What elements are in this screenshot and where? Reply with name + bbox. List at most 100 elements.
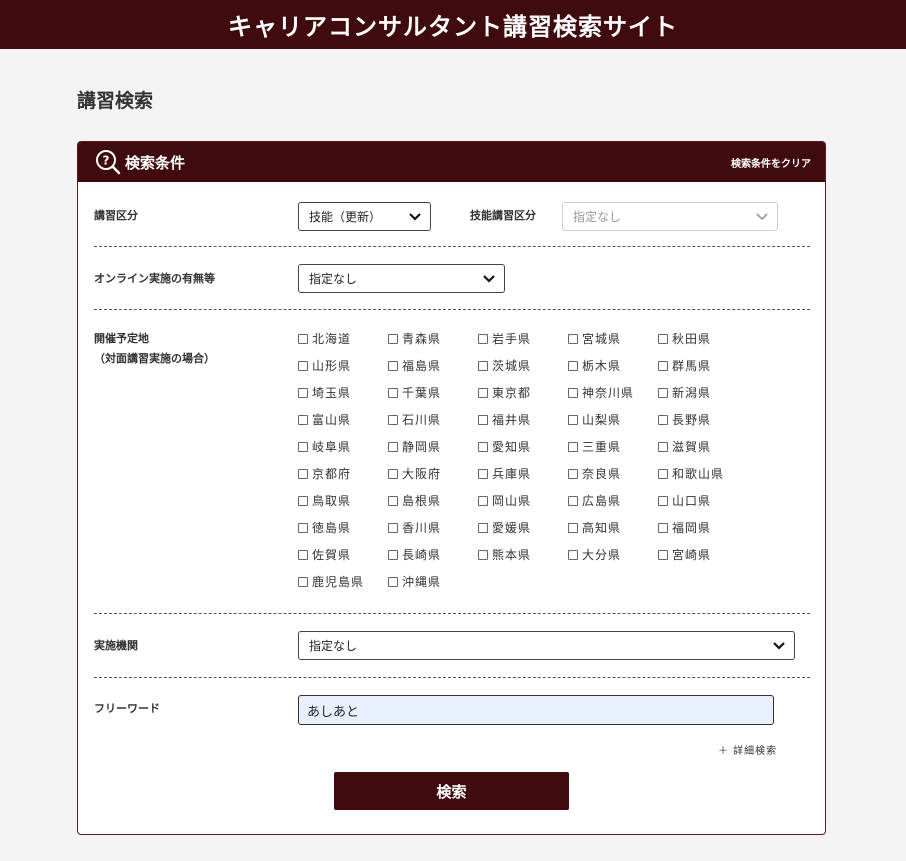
- checkbox[interactable]: [658, 415, 668, 425]
- prefecture-checkbox-item[interactable]: 静岡県: [388, 438, 478, 456]
- checkbox[interactable]: [568, 388, 578, 398]
- prefecture-checkbox-item[interactable]: 福井県: [478, 411, 568, 429]
- prefecture-checkbox-item[interactable]: 滋賀県: [658, 438, 748, 456]
- prefecture-checkbox-item[interactable]: 長崎県: [388, 546, 478, 564]
- prefecture-checkbox-item[interactable]: 山形県: [298, 357, 388, 375]
- prefecture-checkbox-item[interactable]: 高知県: [568, 519, 658, 537]
- checkbox[interactable]: [478, 496, 488, 506]
- prefecture-checkbox-item[interactable]: 大阪府: [388, 465, 478, 483]
- prefecture-checkbox-item[interactable]: 宮城県: [568, 330, 658, 348]
- checkbox[interactable]: [568, 334, 578, 344]
- prefecture-checkbox-item[interactable]: 山口県: [658, 492, 748, 510]
- checkbox[interactable]: [388, 577, 398, 587]
- checkbox[interactable]: [478, 361, 488, 371]
- prefecture-checkbox-item[interactable]: 石川県: [388, 411, 478, 429]
- checkbox[interactable]: [388, 442, 398, 452]
- prefecture-checkbox-item[interactable]: 茨城県: [478, 357, 568, 375]
- prefecture-checkbox-item[interactable]: 新潟県: [658, 384, 748, 402]
- checkbox[interactable]: [388, 334, 398, 344]
- prefecture-checkbox-item[interactable]: 福岡県: [658, 519, 748, 537]
- checkbox[interactable]: [298, 496, 308, 506]
- checkbox[interactable]: [658, 442, 668, 452]
- checkbox[interactable]: [298, 577, 308, 587]
- prefecture-checkbox-item[interactable]: 愛媛県: [478, 519, 568, 537]
- checkbox[interactable]: [658, 388, 668, 398]
- clear-conditions-link[interactable]: 検索条件をクリア: [731, 155, 811, 170]
- prefecture-checkbox-item[interactable]: 京都府: [298, 465, 388, 483]
- organization-select[interactable]: 指定なし: [298, 631, 795, 660]
- search-button[interactable]: 検索: [334, 772, 569, 810]
- checkbox[interactable]: [478, 442, 488, 452]
- prefecture-checkbox-item[interactable]: 徳島県: [298, 519, 388, 537]
- advanced-search-link[interactable]: ＋ 詳細検索: [718, 742, 777, 757]
- prefecture-checkbox-item[interactable]: 香川県: [388, 519, 478, 537]
- prefecture-checkbox-item[interactable]: 栃木県: [568, 357, 658, 375]
- checkbox[interactable]: [658, 523, 668, 533]
- checkbox[interactable]: [298, 415, 308, 425]
- prefecture-checkbox-item[interactable]: 大分県: [568, 546, 658, 564]
- checkbox[interactable]: [658, 469, 668, 479]
- checkbox[interactable]: [298, 550, 308, 560]
- prefecture-checkbox-item[interactable]: 愛知県: [478, 438, 568, 456]
- checkbox[interactable]: [658, 496, 668, 506]
- checkbox[interactable]: [658, 361, 668, 371]
- prefecture-checkbox-item[interactable]: 鹿児島県: [298, 573, 388, 591]
- prefecture-checkbox-item[interactable]: 岩手県: [478, 330, 568, 348]
- checkbox[interactable]: [298, 469, 308, 479]
- checkbox[interactable]: [478, 415, 488, 425]
- prefecture-checkbox-item[interactable]: 鳥取県: [298, 492, 388, 510]
- prefecture-checkbox-item[interactable]: 秋田県: [658, 330, 748, 348]
- checkbox[interactable]: [568, 361, 578, 371]
- prefecture-checkbox-item[interactable]: 青森県: [388, 330, 478, 348]
- checkbox[interactable]: [478, 523, 488, 533]
- checkbox[interactable]: [568, 442, 578, 452]
- prefecture-checkbox-item[interactable]: 熊本県: [478, 546, 568, 564]
- prefecture-checkbox-item[interactable]: 宮崎県: [658, 546, 748, 564]
- checkbox[interactable]: [298, 442, 308, 452]
- prefecture-checkbox-item[interactable]: 和歌山県: [658, 465, 748, 483]
- checkbox[interactable]: [658, 334, 668, 344]
- skill-course-type-select[interactable]: 指定なし: [562, 202, 778, 231]
- prefecture-checkbox-item[interactable]: 長野県: [658, 411, 748, 429]
- prefecture-checkbox-item[interactable]: 福島県: [388, 357, 478, 375]
- checkbox[interactable]: [388, 523, 398, 533]
- checkbox[interactable]: [568, 415, 578, 425]
- checkbox[interactable]: [388, 361, 398, 371]
- prefecture-checkbox-item[interactable]: 千葉県: [388, 384, 478, 402]
- checkbox[interactable]: [388, 469, 398, 479]
- prefecture-checkbox-item[interactable]: 北海道: [298, 330, 388, 348]
- checkbox[interactable]: [388, 496, 398, 506]
- prefecture-checkbox-item[interactable]: 島根県: [388, 492, 478, 510]
- checkbox[interactable]: [478, 334, 488, 344]
- prefecture-checkbox-item[interactable]: 奈良県: [568, 465, 658, 483]
- prefecture-checkbox-item[interactable]: 富山県: [298, 411, 388, 429]
- checkbox[interactable]: [298, 388, 308, 398]
- prefecture-checkbox-item[interactable]: 三重県: [568, 438, 658, 456]
- prefecture-checkbox-item[interactable]: 広島県: [568, 492, 658, 510]
- checkbox[interactable]: [568, 550, 578, 560]
- online-select[interactable]: 指定なし: [298, 264, 505, 293]
- checkbox[interactable]: [568, 523, 578, 533]
- prefecture-checkbox-item[interactable]: 兵庫県: [478, 465, 568, 483]
- prefecture-checkbox-item[interactable]: 佐賀県: [298, 546, 388, 564]
- checkbox[interactable]: [478, 550, 488, 560]
- prefecture-checkbox-item[interactable]: 埼玉県: [298, 384, 388, 402]
- checkbox[interactable]: [298, 334, 308, 344]
- checkbox[interactable]: [568, 469, 578, 479]
- checkbox[interactable]: [478, 469, 488, 479]
- prefecture-checkbox-item[interactable]: 岡山県: [478, 492, 568, 510]
- checkbox[interactable]: [298, 523, 308, 533]
- checkbox[interactable]: [388, 415, 398, 425]
- checkbox[interactable]: [658, 550, 668, 560]
- prefecture-checkbox-item[interactable]: 沖縄県: [388, 573, 478, 591]
- course-type-select[interactable]: 技能（更新）: [298, 202, 431, 231]
- prefecture-checkbox-item[interactable]: 山梨県: [568, 411, 658, 429]
- free-word-input[interactable]: [298, 695, 774, 725]
- checkbox[interactable]: [298, 361, 308, 371]
- checkbox[interactable]: [478, 388, 488, 398]
- checkbox[interactable]: [388, 550, 398, 560]
- checkbox[interactable]: [568, 496, 578, 506]
- prefecture-checkbox-item[interactable]: 群馬県: [658, 357, 748, 375]
- prefecture-checkbox-item[interactable]: 岐阜県: [298, 438, 388, 456]
- prefecture-checkbox-item[interactable]: 神奈川県: [568, 384, 658, 402]
